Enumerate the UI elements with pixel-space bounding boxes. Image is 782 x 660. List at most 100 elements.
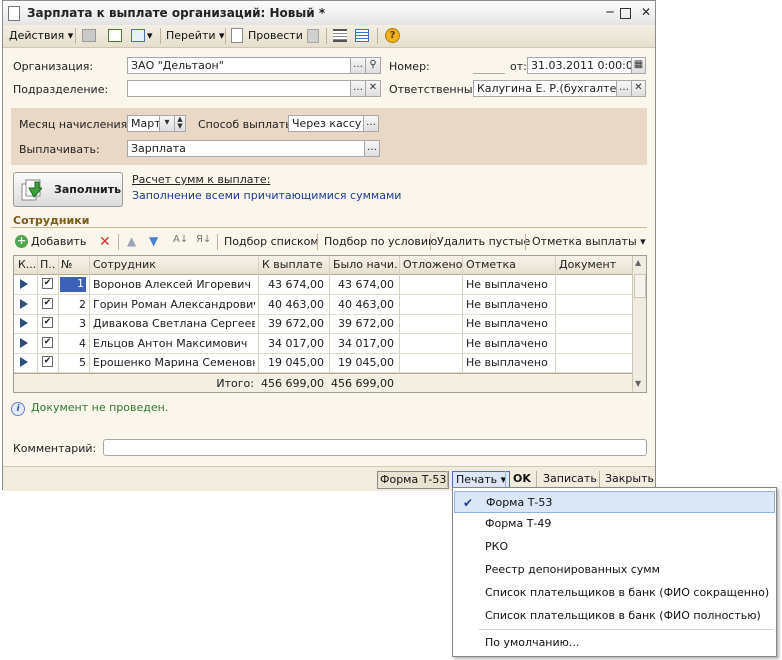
- menu-item-deposited-registry[interactable]: Реестр депонированных сумм: [454, 559, 775, 581]
- table-row[interactable]: ✔ 5 Ерошенко Марина Семеновна 19 045,00 19 0…: [14, 353, 634, 373]
- structure-icon[interactable]: [355, 29, 369, 42]
- scroll-down-icon[interactable]: ▼: [635, 379, 641, 388]
- menu-item-label: РКО: [485, 540, 509, 553]
- table-header: К... П... № Сотрудник К выплате Было нач…: [14, 256, 634, 275]
- table-footer: Итого: 456 699,00 456 699,00: [14, 373, 634, 392]
- vertical-scrollbar[interactable]: ▲ ▼: [632, 256, 646, 392]
- fill-button[interactable]: Заполнить: [13, 172, 123, 207]
- org-field[interactable]: ЗАО "Дельтаон": [127, 57, 351, 74]
- menu-item-default[interactable]: По умолчанию...: [454, 632, 775, 654]
- column-header[interactable]: Сотрудник: [93, 258, 156, 271]
- total-label: Итого:: [216, 377, 254, 390]
- status-text: Документ не проведен.: [31, 401, 169, 414]
- clear-icon[interactable]: ✕: [365, 80, 381, 97]
- column-header[interactable]: Документ: [559, 258, 616, 271]
- actions-menu[interactable]: Действия ▾: [9, 28, 73, 43]
- save-button[interactable]: Записать: [543, 471, 597, 487]
- delete-empty-button[interactable]: Удалить пустые: [437, 235, 530, 248]
- select-button-icon[interactable]: …: [363, 115, 379, 132]
- dropdown-icon[interactable]: ▾: [159, 115, 175, 132]
- row-checkbox[interactable]: ✔: [42, 317, 53, 328]
- row-checkbox[interactable]: ✔: [42, 336, 53, 348]
- table-row[interactable]: ✔ 1 Воронов Алексей Игоревич 43 674,00 43 67…: [14, 275, 634, 295]
- menu-item-bank-list-short[interactable]: Список плательщиков в банк (ФИО сокращен…: [454, 582, 775, 604]
- select-button-icon[interactable]: …: [350, 57, 366, 74]
- fill-all-link[interactable]: Заполнение всеми причитающимися суммами: [132, 189, 401, 202]
- month-field[interactable]: Март: [127, 115, 160, 132]
- pay-field[interactable]: Зарплата: [127, 140, 365, 157]
- employee-name: Ельцов Антон Максимович: [93, 336, 248, 350]
- menu-item-form-t53[interactable]: ✔ Форма Т-53: [454, 491, 775, 513]
- row-checkbox[interactable]: ✔: [42, 297, 53, 309]
- menu-item-rko[interactable]: РКО: [454, 536, 775, 558]
- scroll-up-icon[interactable]: ▲: [635, 258, 641, 267]
- column-header[interactable]: Было начи...: [333, 258, 397, 271]
- copy-disabled-icon[interactable]: [82, 29, 96, 42]
- row-arrow-icon: [20, 318, 28, 328]
- row-checkbox[interactable]: ✔: [42, 356, 53, 367]
- select-button-icon[interactable]: …: [364, 140, 380, 157]
- pick-list-button[interactable]: Подбор списком: [224, 235, 319, 248]
- accrued-amount: 34 017,00: [338, 336, 394, 350]
- minimize-icon[interactable]: ─: [603, 6, 617, 19]
- sort-desc-icon[interactable]: Я↓: [196, 234, 211, 245]
- clear-icon[interactable]: ✕: [631, 80, 646, 97]
- status-line: i Документ не проведен.: [11, 401, 168, 416]
- goto-menu[interactable]: Перейти ▾: [166, 28, 225, 43]
- sort-asc-icon[interactable]: A↓: [173, 234, 188, 245]
- scroll-thumb[interactable]: [634, 274, 646, 298]
- column-header[interactable]: Отложено: [403, 258, 462, 271]
- table-row[interactable]: ✔ 3 Дивакова Светлана Сергеевна 39 672,00 39…: [14, 314, 634, 334]
- column-header[interactable]: К...: [18, 258, 36, 271]
- move-up-icon[interactable]: ▲: [127, 234, 136, 248]
- table-row[interactable]: ✔ 4 Ельцов Антон Максимович 34 017,00 34 017…: [14, 334, 634, 354]
- goto-label: Перейти: [166, 29, 216, 42]
- based-on-chevron-icon[interactable]: ▾: [147, 28, 153, 43]
- search-icon[interactable]: ⚲: [365, 57, 381, 74]
- column-header[interactable]: №: [61, 258, 72, 271]
- row-arrow-icon: [20, 337, 28, 348]
- select-button-icon[interactable]: …: [616, 80, 632, 97]
- ok-button[interactable]: OK: [513, 471, 531, 487]
- menu-item-form-t49[interactable]: Форма Т-49: [454, 513, 775, 535]
- form-t53-button[interactable]: Форма Т-53: [377, 471, 450, 489]
- toolbar-divider: [75, 28, 76, 44]
- based-on-icon[interactable]: [131, 29, 145, 42]
- column-header[interactable]: К выплате: [262, 258, 323, 271]
- document-icon: [8, 6, 20, 21]
- pay-amount: 39 672,00: [268, 317, 324, 330]
- column-header[interactable]: Отметка: [466, 258, 516, 271]
- dept-field[interactable]: [127, 80, 351, 97]
- move-down-icon[interactable]: ▼: [149, 234, 158, 248]
- journal-icon[interactable]: [333, 29, 347, 42]
- calendar-icon[interactable]: ▦: [631, 57, 646, 74]
- column-header[interactable]: П...: [40, 258, 56, 271]
- checkmark-icon: ✔: [463, 496, 474, 510]
- employees-section-title: Сотрудники: [13, 214, 90, 227]
- spin-icon[interactable]: ▲ ▼: [174, 115, 186, 132]
- calc-sums-link[interactable]: Расчет сумм к выплате:: [132, 173, 270, 186]
- fill-download-icon: [20, 178, 44, 202]
- close-button[interactable]: Закрыть: [605, 471, 654, 487]
- post-button[interactable]: Провести: [248, 28, 303, 43]
- responsible-field[interactable]: Калугина Е. Р.(бухгалтер-ра...: [473, 80, 617, 97]
- menu-item-bank-list-full[interactable]: Список плательщиков в банк (ФИО полность…: [454, 605, 775, 627]
- row-checkbox[interactable]: ✔: [42, 278, 53, 289]
- select-button-icon[interactable]: …: [350, 80, 366, 97]
- mark-payment-menu[interactable]: Отметка выплаты ▾: [532, 235, 646, 248]
- table-row[interactable]: ✔ 2 Горин Роман Александрович 40 463,00 40 4…: [14, 295, 634, 315]
- delete-icon[interactable]: ✕: [99, 234, 111, 250]
- pick-condition-button[interactable]: Подбор по условию: [324, 235, 437, 248]
- toolbar-divider: [599, 471, 600, 487]
- row-arrow-icon: [20, 279, 28, 289]
- close-icon[interactable]: ✕: [639, 6, 653, 19]
- maximize-icon[interactable]: [620, 8, 631, 19]
- date-field[interactable]: 31.03.2011 0:00:00: [527, 57, 632, 74]
- refresh-icon[interactable]: [108, 29, 122, 42]
- comment-field[interactable]: [103, 439, 647, 456]
- add-button[interactable]: Добавить: [31, 235, 86, 248]
- unpost-disabled-icon[interactable]: [307, 29, 319, 43]
- number-field[interactable]: [473, 57, 505, 74]
- method-field[interactable]: Через кассу: [288, 115, 364, 132]
- help-icon[interactable]: ?: [385, 28, 400, 43]
